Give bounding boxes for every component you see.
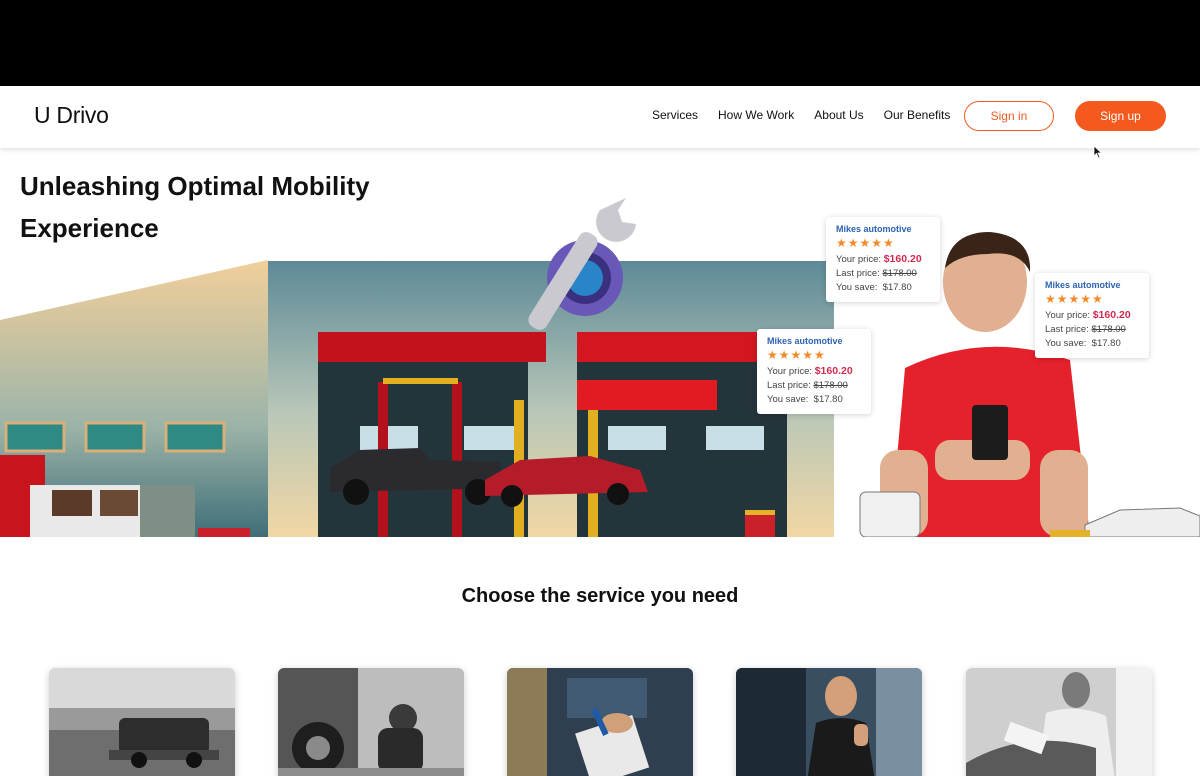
last-price-label: Last price:	[1045, 324, 1089, 335]
service-card-inspection[interactable]	[507, 668, 693, 776]
nav-link-about-us[interactable]: About Us	[814, 108, 863, 122]
last-price-value: $178.00	[1091, 324, 1126, 335]
clipboard-inspection-photo	[507, 668, 693, 776]
services-heading: Choose the service you need	[461, 585, 739, 607]
hero-title-line-1: Unleashing Optimal Mobility	[20, 171, 370, 201]
last-price-label: Last price:	[836, 268, 880, 279]
sign-in-button[interactable]: Sign in	[964, 101, 1054, 131]
save-label: You save:	[1045, 338, 1087, 349]
save-label: You save:	[836, 282, 878, 293]
last-price-label: Last price:	[767, 380, 811, 391]
nav-link-how-we-work[interactable]: How We Work	[718, 108, 794, 122]
offer-shop-name: Mikes automotive	[767, 336, 843, 346]
nav-link-services[interactable]: Services	[652, 108, 698, 122]
service-card-towing[interactable]	[49, 668, 235, 776]
tire-change-photo	[278, 668, 464, 776]
logo[interactable]: U Drivo	[34, 102, 109, 129]
mechanic-thumbs-up-photo	[736, 668, 922, 776]
save-label: You save:	[767, 394, 809, 405]
nav-link-our-benefits[interactable]: Our Benefits	[884, 108, 951, 122]
awning-right-lower	[577, 380, 717, 410]
hero-title: Unleashing Optimal Mobility Experience	[20, 165, 420, 249]
mouse-cursor-icon	[1093, 145, 1103, 159]
offer-card-left[interactable]: Mikes automotive ★★★★★ Your price: $160.…	[757, 329, 871, 414]
nav-links: Services How We Work About Us Our Benefi…	[652, 108, 950, 122]
offer-shop-name: Mikes automotive	[1045, 280, 1121, 290]
rating-stars-icon: ★★★★★	[836, 236, 895, 250]
your-price-label: Your price:	[836, 254, 882, 265]
save-value: $17.80	[1091, 338, 1121, 349]
left-windows	[4, 421, 226, 453]
save-value: $17.80	[882, 282, 912, 293]
your-price-value: $160.20	[1092, 309, 1131, 321]
service-card-mechanic[interactable]	[736, 668, 922, 776]
rating-stars-icon: ★★★★★	[767, 348, 826, 362]
last-price-value: $178.00	[882, 268, 917, 279]
last-price-value: $178.00	[813, 380, 848, 391]
black-top-bar	[0, 0, 1200, 86]
sign-up-button[interactable]: Sign up	[1075, 101, 1166, 131]
hero-title-line-2: Experience	[20, 213, 159, 243]
rating-stars-icon: ★★★★★	[1045, 292, 1104, 306]
awning-left	[318, 332, 546, 362]
your-price-value: $160.20	[814, 365, 853, 377]
offer-card-top[interactable]: Mikes automotive ★★★★★ Your price: $160.…	[826, 217, 940, 302]
service-card-tire-change[interactable]	[278, 668, 464, 776]
your-price-label: Your price:	[767, 366, 813, 377]
offer-card-right[interactable]: Mikes automotive ★★★★★ Your price: $160.…	[1035, 273, 1149, 358]
detailing-photo	[966, 668, 1152, 776]
your-price-label: Your price:	[1045, 310, 1091, 321]
offer-shop-name: Mikes automotive	[836, 224, 912, 234]
service-card-detailing[interactable]	[966, 668, 1152, 776]
towing-truck-photo	[49, 668, 235, 776]
your-price-value: $160.20	[883, 253, 922, 265]
save-value: $17.80	[813, 394, 843, 405]
